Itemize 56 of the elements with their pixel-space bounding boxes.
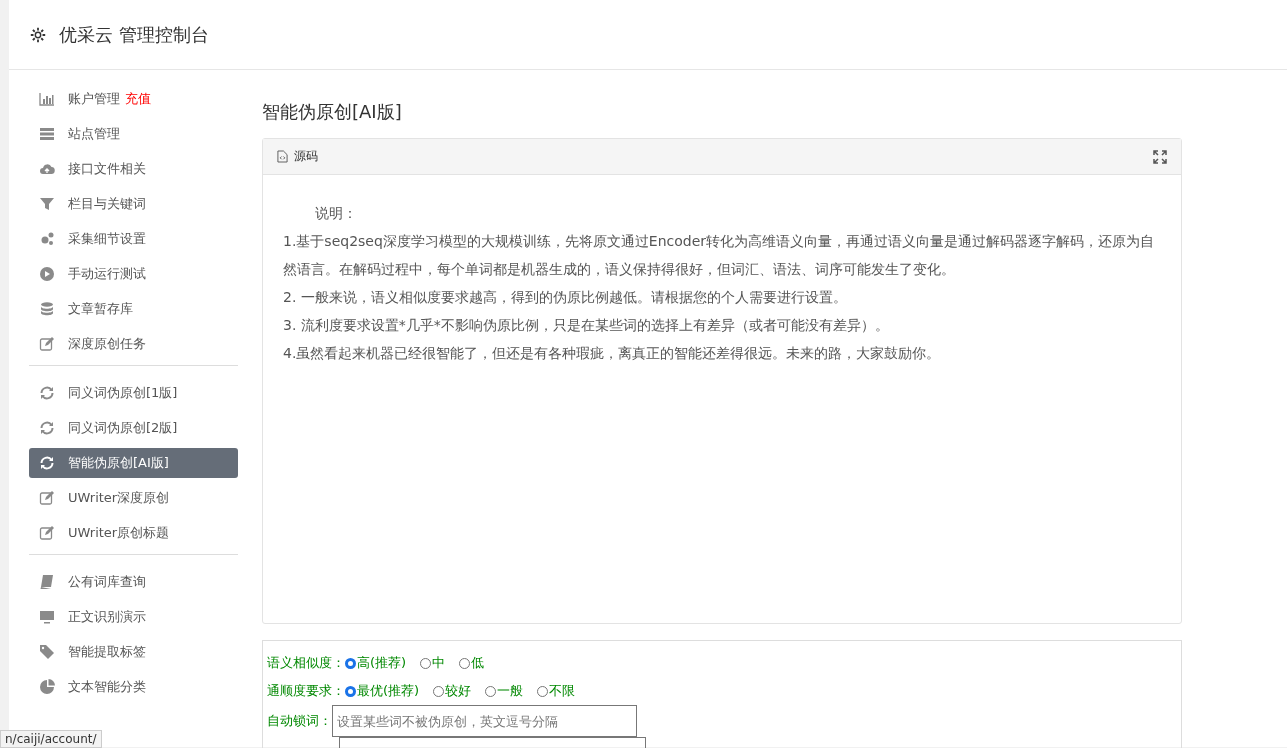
settings-icon	[29, 25, 47, 44]
sidebar-item[interactable]: 采集细节设置	[29, 224, 238, 254]
description-paragraph: 1.基于seq2seq深度学习模型的大规模训练，先将原文通过Encoder转化为高维语义向量，再通过语义向量是通过解码器逐字解码，还原为自然语言。在解码过程中，每个单词都是机器生成的，语义保持得很好，但词汇、语法、词序可能发生了变化。	[283, 232, 1156, 279]
sidebar-item[interactable]: 公有词库查询	[29, 567, 238, 597]
radio-option[interactable]: 低	[459, 654, 485, 672]
sidebar-item[interactable]: 深度原创任务	[29, 329, 238, 359]
edit-icon	[39, 336, 55, 352]
cloud-upload-icon	[39, 161, 55, 177]
radio-option[interactable]: 较好	[433, 682, 472, 700]
code-file-icon	[277, 150, 288, 163]
sidebar-item[interactable]: 栏目与关键词	[29, 189, 238, 219]
description-paragraph: 3. 流利度要求设置*几乎*不影响伪原比例，只是在某些词的选择上有差异（或者可能没有差异）。	[283, 316, 890, 335]
pie-icon	[39, 679, 55, 695]
edit-icon	[39, 525, 55, 541]
radio-option[interactable]: 中	[420, 654, 446, 672]
book-icon	[39, 574, 55, 590]
description-paragraph: 2. 一般来说，语义相似度要求越高，得到的伪原比例越低。请根据您的个人需要进行设置。	[283, 288, 848, 307]
status-url: n/caiji/account/	[0, 730, 102, 748]
tag-icon	[39, 644, 55, 660]
sidebar-item[interactable]: 智能提取标签	[29, 637, 238, 667]
radio-option[interactable]: 一般	[485, 682, 524, 700]
description-heading: 说明：	[314, 204, 358, 223]
filter-icon	[39, 196, 55, 212]
sidebar-item[interactable]: 文本智能分类	[29, 672, 238, 702]
sidebar-item[interactable]: 文章暂存库	[29, 294, 238, 324]
fullscreen-icon[interactable]	[1153, 149, 1167, 164]
console-title: 优采云 管理控制台	[59, 22, 209, 47]
edit-icon	[39, 490, 55, 506]
sidebar-item[interactable]: 接口文件相关	[29, 154, 238, 184]
radio-option[interactable]: 不限	[537, 682, 576, 700]
refresh-icon	[39, 420, 55, 436]
field-label: 语义相似度：	[267, 654, 345, 672]
database-icon	[39, 301, 55, 317]
monitor-icon	[39, 609, 55, 625]
sidebar-item[interactable]: 同义词伪原创[2版]	[29, 413, 238, 443]
sidebar-item[interactable]: 手动运行测试	[29, 259, 238, 289]
field-label: 通顺度要求：	[267, 682, 345, 700]
play-icon	[39, 266, 55, 282]
sidebar-item[interactable]: 账户管理 充值	[29, 84, 238, 114]
description-paragraph: 4.虽然看起来机器已经很智能了，但还是有各种瑕疵，离真正的智能还差得很远。未来的路，大家鼓励你。	[283, 344, 942, 363]
server-icon	[39, 126, 55, 142]
field-label: 自动锁词：	[267, 712, 332, 730]
radio-option[interactable]: 高(推荐)	[345, 654, 407, 672]
refresh-icon	[39, 455, 55, 471]
sidebar-item[interactable]: 正文识别演示	[29, 602, 238, 632]
sidebar-item[interactable]: 同义词伪原创[1版]	[29, 378, 238, 408]
bar-chart-icon	[39, 91, 55, 107]
sidebar-item[interactable]: 站点管理	[29, 119, 238, 149]
refresh-icon	[39, 385, 55, 401]
radio-option[interactable]: 最优(推荐)	[345, 682, 420, 700]
sidebar-item[interactable]: 智能伪原创[AI版]	[29, 448, 238, 478]
source-tab[interactable]: 源码	[277, 148, 318, 165]
page-title: 智能伪原创[AI版]	[262, 100, 403, 124]
lock-words-field[interactable]: 设置某些词不被伪原创，英文逗号分隔	[332, 705, 637, 737]
sidebar-item[interactable]: UWriter原创标题	[29, 518, 238, 548]
sidebar-item[interactable]: UWriter深度原创	[29, 483, 238, 513]
